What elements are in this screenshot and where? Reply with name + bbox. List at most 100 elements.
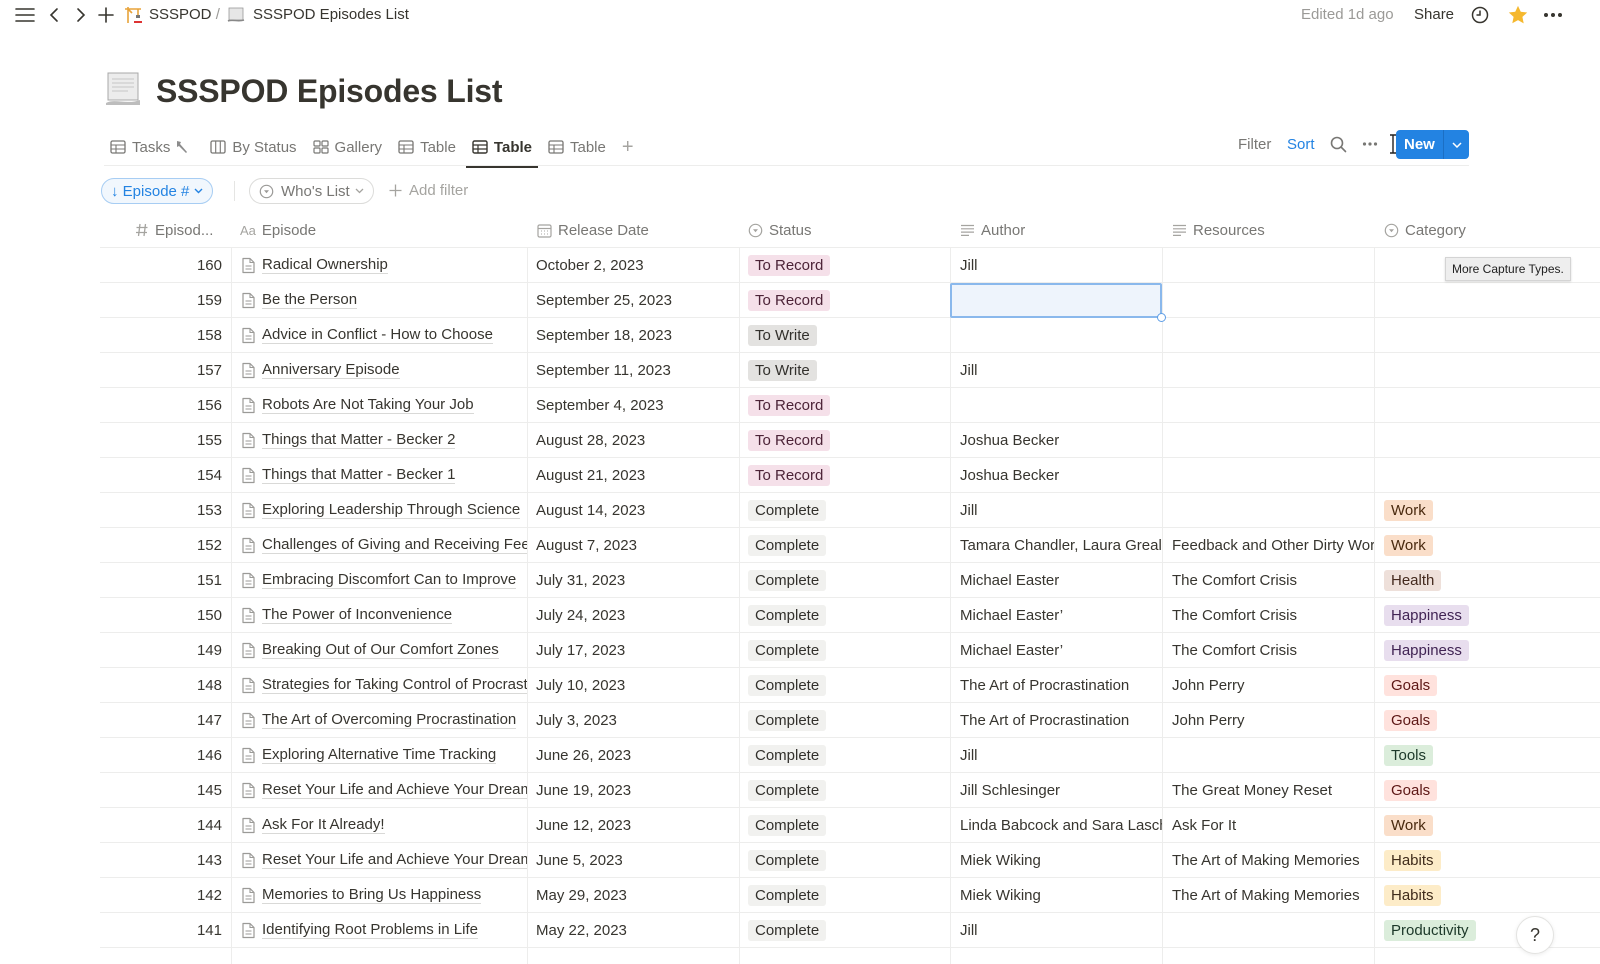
resources-cell[interactable]: The Art of Making Memories [1164, 843, 1375, 877]
plus-icon[interactable] [98, 4, 114, 26]
table-row[interactable]: 153 Exploring Leadership Through Science… [100, 493, 1600, 528]
category-cell[interactable] [1376, 388, 1600, 422]
episode-number-cell[interactable]: 156 [100, 388, 230, 422]
column-header-status[interactable]: Status [748, 212, 948, 248]
table-row[interactable]: 148 Strategies for Taking Control of Pro… [100, 668, 1600, 703]
status-cell[interactable]: Complete [740, 528, 951, 562]
episode-number-cell[interactable]: 146 [100, 738, 230, 772]
status-cell[interactable]: To Record [740, 283, 951, 317]
episode-title-link[interactable]: Be the Person [262, 291, 358, 309]
author-cell[interactable] [952, 318, 1163, 352]
author-cell[interactable]: Michael Easter’ [952, 633, 1163, 667]
page-title[interactable]: SSSPOD Episodes List [156, 73, 503, 110]
breadcrumb-workspace[interactable]: SSSPOD / [149, 6, 220, 23]
status-cell[interactable]: Complete [740, 668, 951, 702]
category-cell[interactable] [1376, 458, 1600, 492]
resources-cell[interactable]: Ask For It [1164, 808, 1375, 842]
author-cell[interactable] [952, 388, 1163, 422]
table-row[interactable]: 145 Reset Your Life and Achieve Your Dre… [100, 773, 1600, 808]
fill-handle[interactable] [1157, 313, 1166, 322]
status-cell[interactable]: Complete [740, 878, 951, 912]
author-cell[interactable]: Jill Schlesinger [952, 773, 1163, 807]
release-date-cell[interactable]: September 25, 2023 [528, 283, 739, 317]
episode-number-cell[interactable]: 141 [100, 913, 230, 947]
author-cell[interactable]: Linda Babcock and Sara Laschever [952, 808, 1163, 842]
category-cell[interactable]: Habits [1376, 843, 1600, 877]
episode-title-link[interactable]: Exploring Alternative Time Tracking [262, 746, 497, 764]
episode-number-cell[interactable]: 149 [100, 633, 230, 667]
table-row[interactable]: 160 Radical Ownership October 2, 2023 To… [100, 248, 1600, 283]
episode-cell[interactable]: Advice in Conflict - How to Choose [231, 318, 527, 352]
episode-number-cell[interactable]: 157 [100, 353, 230, 387]
tab-tasks[interactable]: Tasks [104, 128, 200, 166]
release-date-cell[interactable]: August 21, 2023 [528, 458, 739, 492]
episode-cell[interactable]: Exploring Leadership Through Science [231, 493, 527, 527]
category-cell[interactable]: Tools [1376, 738, 1600, 772]
category-cell[interactable] [1376, 353, 1600, 387]
category-cell[interactable] [1376, 283, 1600, 317]
episode-number-cell[interactable]: 147 [100, 703, 230, 737]
author-cell[interactable]: Michael Easter [952, 563, 1163, 597]
category-cell[interactable]: Happiness [1376, 598, 1600, 632]
selected-cell-highlight[interactable] [950, 283, 1162, 318]
episode-title-link[interactable]: Embracing Discomfort Can to Improve [262, 571, 517, 589]
resources-cell[interactable]: The Comfort Crisis [1164, 563, 1375, 597]
episode-number-cell[interactable]: 155 [100, 423, 230, 457]
tab-table-3[interactable]: Table [542, 128, 612, 166]
status-cell[interactable]: Complete [740, 598, 951, 632]
episode-cell[interactable]: Challenges of Giving and Receiving Feedb… [231, 528, 527, 562]
episode-number-cell[interactable]: 148 [100, 668, 230, 702]
sort-button[interactable]: Sort [1287, 136, 1315, 153]
chevron-down-icon[interactable] [1444, 141, 1469, 148]
column-header-episode[interactable]: Aa Episode [240, 212, 520, 248]
episode-number-cell[interactable]: 159 [100, 283, 230, 317]
episode-cell[interactable]: Things that Matter - Becker 2 [231, 423, 527, 457]
help-button[interactable]: ? [1516, 916, 1554, 954]
table-row[interactable]: 143 Reset Your Life and Achieve Your Dre… [100, 843, 1600, 878]
release-date-cell[interactable]: June 12, 2023 [528, 808, 739, 842]
status-cell[interactable]: Complete [740, 703, 951, 737]
episode-cell[interactable]: Reset Your Life and Achieve Your Dreams [231, 773, 527, 807]
status-cell[interactable]: Complete [740, 913, 951, 947]
category-cell[interactable]: Work [1376, 493, 1600, 527]
column-header-category[interactable]: Category [1384, 212, 1584, 248]
resources-cell[interactable]: The Great Money Reset [1164, 773, 1375, 807]
episode-number-cell[interactable]: 145 [100, 773, 230, 807]
episode-title-link[interactable]: Things that Matter - Becker 2 [262, 431, 456, 449]
table-row[interactable]: 157 Anniversary Episode September 11, 20… [100, 353, 1600, 388]
status-cell[interactable]: To Write [740, 318, 951, 352]
release-date-cell[interactable]: September 11, 2023 [528, 353, 739, 387]
add-filter-button[interactable]: Add filter [389, 182, 468, 199]
author-cell[interactable]: The Art of Procrastination [952, 703, 1163, 737]
tab-gallery[interactable]: Gallery [307, 128, 389, 166]
author-cell[interactable]: The Art of Procrastination [952, 668, 1163, 702]
episode-cell[interactable]: Breaking Out of Our Comfort Zones [231, 633, 527, 667]
episode-title-link[interactable]: Reset Your Life and Achieve Your Dreams [262, 781, 527, 799]
status-cell[interactable]: To Record [740, 458, 951, 492]
release-date-cell[interactable]: July 10, 2023 [528, 668, 739, 702]
episode-title-link[interactable]: Ask For It Already! [262, 816, 385, 834]
column-header-release-date[interactable]: Release Date [537, 212, 737, 248]
table-row[interactable]: 146 Exploring Alternative Time Tracking … [100, 738, 1600, 773]
status-cell[interactable]: Complete [740, 493, 951, 527]
scroll-page-icon[interactable] [104, 70, 156, 113]
resources-cell[interactable]: John Perry [1164, 703, 1375, 737]
release-date-cell[interactable]: July 24, 2023 [528, 598, 739, 632]
episode-title-link[interactable]: Things that Matter - Becker 1 [262, 466, 456, 484]
episode-title-link[interactable]: Strategies for Taking Control of Procras… [262, 676, 527, 694]
author-cell[interactable]: Miek Wiking [952, 878, 1163, 912]
ellipsis-icon[interactable] [1543, 4, 1563, 26]
table-row[interactable]: 144 Ask For It Already! June 12, 2023 Co… [100, 808, 1600, 843]
status-cell[interactable]: Complete [740, 773, 951, 807]
category-cell[interactable]: Health [1376, 563, 1600, 597]
episode-cell[interactable]: Things that Matter - Becker 1 [231, 458, 527, 492]
episode-title-link[interactable]: Memories to Bring Us Happiness [262, 886, 482, 904]
resources-cell[interactable]: Feedback and Other Dirty Words [1164, 528, 1375, 562]
episode-number-cell[interactable]: 150 [100, 598, 230, 632]
category-cell[interactable]: Work [1376, 808, 1600, 842]
episode-cell[interactable]: Identifying Root Problems in Life [231, 913, 527, 947]
resources-cell[interactable] [1164, 318, 1375, 352]
tab-by-status[interactable]: By Status [204, 128, 302, 166]
episode-cell[interactable]: Embracing Discomfort Can to Improve [231, 563, 527, 597]
episode-cell[interactable]: The Art of Overcoming Procrastination [231, 703, 527, 737]
